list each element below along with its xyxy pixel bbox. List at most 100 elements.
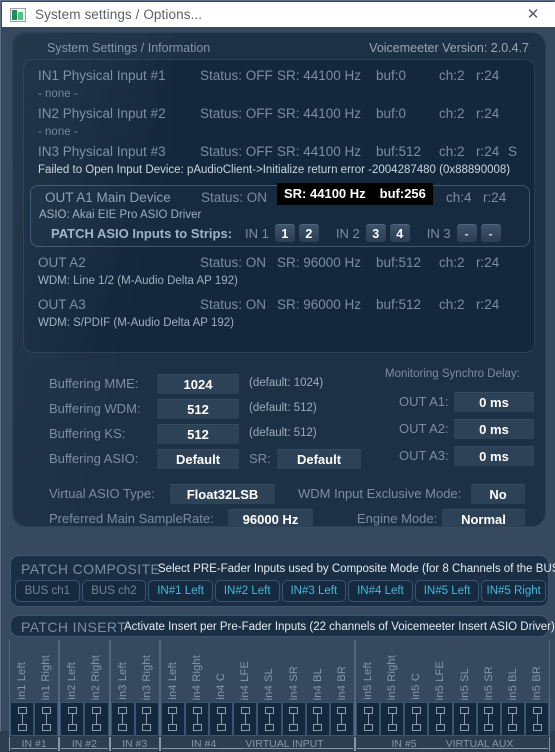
insert-channel-label-wrap: in4 C xyxy=(215,640,227,700)
insert-patch-icon xyxy=(118,707,128,731)
device-status: Status: OFF xyxy=(200,144,273,159)
buffering-asio-label: Buffering ASIO: xyxy=(49,451,139,466)
app-window-icon xyxy=(10,7,26,22)
insert-channel-column: in5 BR xyxy=(524,640,551,736)
device-sub-in2: - none - xyxy=(38,126,78,138)
preferred-samplerate-value[interactable]: 96000 Hz xyxy=(228,509,313,526)
monitoring-delay-title: Monitoring Synchro Delay: xyxy=(385,368,520,380)
patch-asio-btn-in3-b[interactable]: - xyxy=(480,224,501,242)
insert-channel-label: in4 BR xyxy=(335,665,348,700)
wdm-exclusive-label: WDM Input Exclusive Mode: xyxy=(298,486,462,501)
device-resolution: r:24 xyxy=(476,297,500,312)
window-content: System Settings / Information Voicemeete… xyxy=(2,27,555,751)
device-channels: ch:2 xyxy=(439,144,465,159)
insert-channel-label-wrap: in4 Left xyxy=(167,640,179,700)
insert-patch-icon xyxy=(387,707,397,731)
buffering-mme-value[interactable]: 1024 xyxy=(157,374,239,394)
insert-patch-icon xyxy=(17,707,27,731)
insert-channel-label-wrap: in4 BR xyxy=(336,640,348,700)
insert-channel-column: in4 BR xyxy=(329,640,355,736)
insert-patch-icon xyxy=(289,707,299,731)
buffering-asio-sr-label: SR: xyxy=(249,451,271,466)
virtual-asio-type-value[interactable]: Float32LSB xyxy=(170,484,275,504)
composite-button-7[interactable]: IN#5 Right xyxy=(481,580,546,602)
insert-channel-column: in5 Left xyxy=(354,640,381,736)
insert-channel-label-wrap: in5 SR xyxy=(483,640,495,700)
insert-patch-icon xyxy=(411,707,421,731)
buffering-asio-sr-value[interactable]: Default xyxy=(277,449,361,469)
device-samplerate: SR: 96000 Hz xyxy=(277,297,362,312)
patch-asio-btn-in1-b[interactable]: 2 xyxy=(298,224,319,242)
buffering-ks-value[interactable]: 512 xyxy=(157,424,239,444)
insert-patch-icon xyxy=(337,707,347,731)
composite-button-4[interactable]: IN#3 Left xyxy=(281,580,347,602)
composite-button-5[interactable]: IN#4 Left xyxy=(348,580,413,602)
device-name: IN2 Physical Input #2 xyxy=(38,106,166,121)
device-resolution: r:24 xyxy=(476,68,500,83)
device-samplerate: SR: 44100 Hz xyxy=(277,106,362,121)
system-settings-window: System settings / Options... ✕ System Se… xyxy=(0,0,555,751)
out-a1-buf-value: buf:256 xyxy=(379,186,426,201)
device-buffer: buf:512 xyxy=(376,255,422,270)
insert-channel-label: in3 Right xyxy=(140,654,153,700)
insert-channel-label-wrap: in2 Left xyxy=(66,640,78,700)
insert-channel-label-wrap: in5 Left xyxy=(362,640,374,700)
buffering-ks-hint: (default: 512) xyxy=(249,427,317,439)
composite-button-label: IN#3 Left xyxy=(290,585,338,597)
insert-channel-column: in4 SR xyxy=(281,640,306,736)
insert-patch-icon xyxy=(168,707,178,731)
device-status: Status: ON xyxy=(201,190,268,205)
insert-footer-group-2: IN #3 xyxy=(109,737,160,751)
insert-channel-label: in2 Right xyxy=(90,654,103,700)
insert-footer-group-1: IN #2 xyxy=(59,737,110,751)
composite-button-2[interactable]: IN#1 Left xyxy=(148,580,213,602)
insert-channel-label-wrap: in4 Right xyxy=(191,640,203,700)
monitor-a3-value[interactable]: 0 ms xyxy=(454,446,534,466)
device-buffer: buf:512 xyxy=(376,144,422,159)
buffering-asio-value[interactable]: Default xyxy=(157,449,239,469)
monitor-a1-value[interactable]: 0 ms xyxy=(454,392,534,412)
composite-button-3[interactable]: IN#2 Left xyxy=(214,580,280,602)
out-a1-samplerate-highlight: SR: 44100 Hz buf:256 xyxy=(277,183,433,205)
device-status: Status: ON xyxy=(200,255,267,270)
insert-channel-label: in2 Left xyxy=(66,662,79,700)
panel-header-left: System Settings / Information xyxy=(47,41,211,55)
composite-button-1[interactable]: BUS ch2 xyxy=(81,580,147,602)
device-name: OUT A2 xyxy=(38,255,86,270)
insert-footer-group-label: IN #5 ____ VIRTUAL AUX xyxy=(391,738,514,750)
device-samplerate: SR: 96000 Hz xyxy=(277,255,362,270)
window-titlebar[interactable]: System settings / Options... ✕ xyxy=(2,2,555,27)
patch-asio-btn-in2-a[interactable]: 3 xyxy=(365,224,386,242)
close-icon[interactable]: ✕ xyxy=(511,2,555,27)
insert-footer-group-4: IN #5 ____ VIRTUAL AUX xyxy=(354,737,550,751)
monitor-a2-label: OUT A2: xyxy=(399,421,449,436)
composite-button-6[interactable]: IN#5 Left xyxy=(414,580,480,602)
insert-channel-label-wrap: in2 Right xyxy=(90,640,102,700)
patch-asio-btn-in1-a[interactable]: 1 xyxy=(274,224,295,242)
patch-asio-btn-in2-b[interactable]: 4 xyxy=(389,224,410,242)
insert-channel-label-wrap: in3 Left xyxy=(117,640,129,700)
insert-patch-icon xyxy=(192,707,202,731)
insert-patch-icon xyxy=(240,707,250,731)
monitor-a2-value[interactable]: 0 ms xyxy=(454,419,534,439)
patch-asio-btn-in3-a[interactable]: - xyxy=(456,224,477,242)
device-name: IN3 Physical Input #3 xyxy=(38,144,166,159)
composite-button-0[interactable]: BUS ch1 xyxy=(15,580,80,602)
buffering-wdm-value[interactable]: 512 xyxy=(157,399,239,419)
engine-mode-value[interactable]: Normal xyxy=(442,509,525,526)
buffering-ks-label: Buffering KS: xyxy=(49,426,126,441)
wdm-exclusive-value[interactable]: No xyxy=(471,484,525,504)
insert-footer-group-label: IN #1 xyxy=(21,738,47,750)
insert-channel-column: in4 Right xyxy=(184,640,210,736)
device-channels: ch:2 xyxy=(439,106,465,121)
patch-composite-description: Select PRE-Fader Inputs used by Composit… xyxy=(158,563,555,575)
insert-channel-column: in4 SL xyxy=(257,640,282,736)
patch-insert-header: PATCH INSERT Activate Insert per Pre-Fad… xyxy=(10,615,555,637)
insert-channel-column: in5 BL xyxy=(500,640,525,736)
insert-channel-column: in1 Left xyxy=(9,640,35,736)
buffering-wdm-label: Buffering WDM: xyxy=(49,401,141,416)
composite-button-label: IN#1 Left xyxy=(157,585,204,597)
composite-button-label: IN#5 Right xyxy=(486,585,541,597)
buffering-mme-hint: (default: 1024) xyxy=(249,377,324,389)
device-channels: ch:2 xyxy=(439,297,465,312)
